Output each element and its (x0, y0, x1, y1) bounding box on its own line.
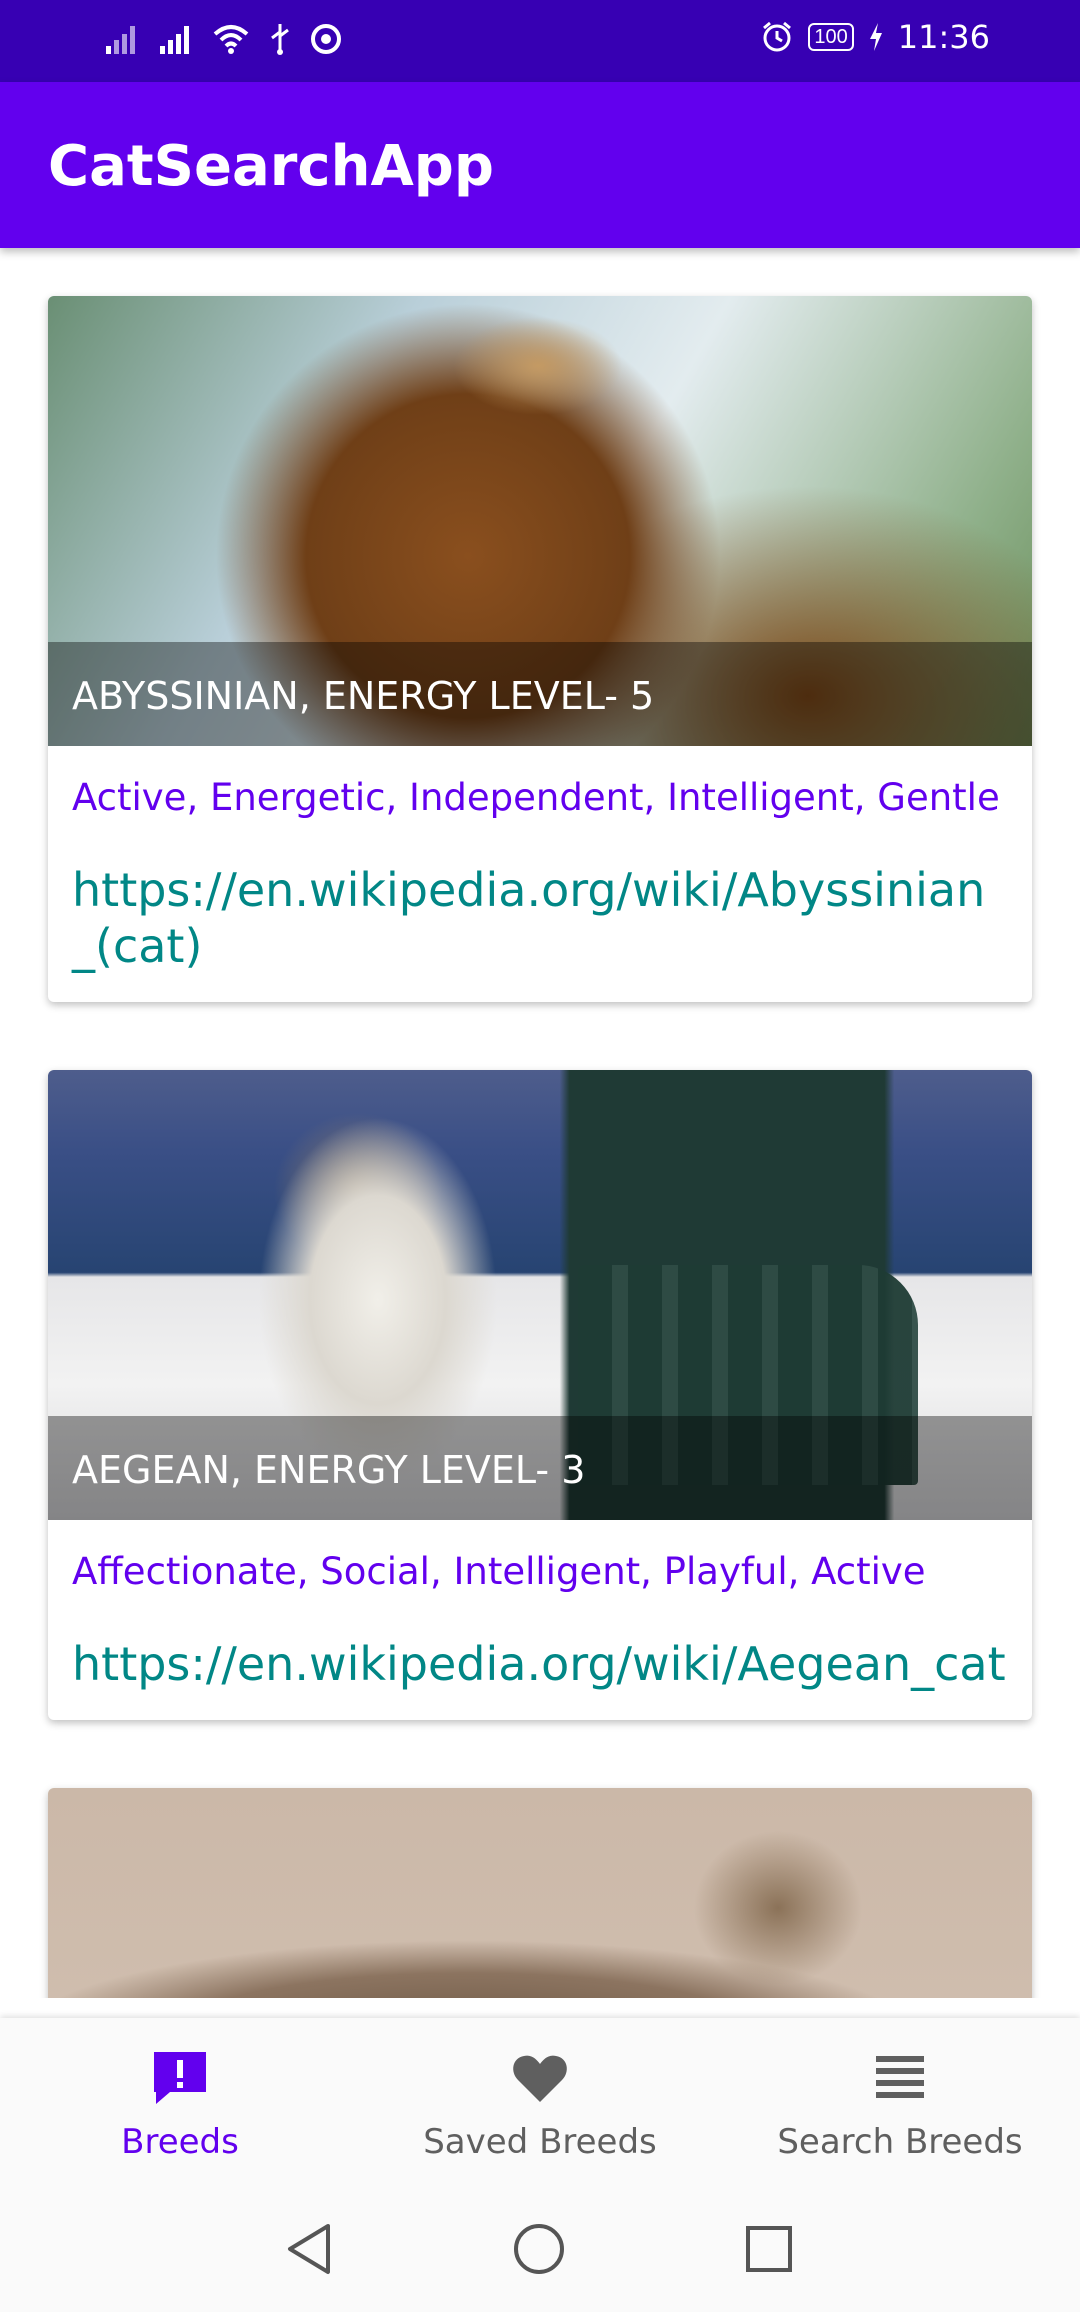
nav-label-breeds: Breeds (121, 2122, 239, 2162)
back-icon[interactable] (284, 2222, 334, 2276)
breed-temperament: Affectionate, Social, Intelligent, Playf… (72, 1550, 926, 1593)
signal-icon (106, 26, 135, 54)
wiki-link[interactable]: https://en.wikipedia.org/wiki/Aegean_cat (48, 1596, 1032, 1720)
app-title: CatSearchApp (48, 134, 494, 199)
breed-caption: AEGEAN, ENERGY LEVEL- 3 (72, 1448, 586, 1492)
nav-item-saved-breeds[interactable]: Saved Breeds (360, 2018, 720, 2186)
chrome-icon (311, 24, 341, 54)
home-icon[interactable] (512, 2222, 566, 2276)
breed-image[interactable] (48, 1788, 1032, 1998)
battery-icon: 100 (808, 23, 854, 51)
alarm-icon (763, 21, 792, 52)
bottom-navigation: Breeds Saved Breeds Search Breeds (0, 2018, 1080, 2186)
system-navigation-bar (0, 2186, 1080, 2312)
breed-caption: ABYSSINIAN, ENERGY LEVEL- 5 (72, 674, 655, 718)
breed-list[interactable]: ABYSSINIAN, ENERGY LEVEL- 5 Active, Ener… (0, 248, 1080, 1998)
breed-card-abyssinian[interactable]: ABYSSINIAN, ENERGY LEVEL- 5 Active, Ener… (48, 296, 1032, 1002)
status-icons-left (104, 22, 342, 56)
status-icons-right: 100 11:36 (760, 18, 990, 56)
breed-image[interactable]: ABYSSINIAN, ENERGY LEVEL- 5 (48, 296, 1032, 746)
status-bar: 100 11:36 (0, 0, 1080, 82)
breed-card-partial[interactable] (48, 1788, 1032, 1998)
nav-label-saved-breeds: Saved Breeds (423, 2122, 657, 2162)
usb-icon (271, 24, 289, 55)
nav-label-search-breeds: Search Breeds (777, 2122, 1023, 2162)
app-bar: CatSearchApp (0, 82, 1080, 248)
breeds-alert-icon (154, 2052, 206, 2104)
breed-image[interactable]: AEGEAN, ENERGY LEVEL- 3 (48, 1070, 1032, 1520)
heart-icon (513, 2055, 567, 2102)
breed-temperament: Active, Energetic, Independent, Intellig… (72, 776, 1000, 819)
recents-icon[interactable] (744, 2224, 794, 2274)
nav-item-search-breeds[interactable]: Search Breeds (720, 2018, 1080, 2186)
list-icon (876, 2056, 924, 2098)
nav-item-breeds[interactable]: Breeds (0, 2018, 360, 2186)
wiki-link[interactable]: https://en.wikipedia.org/wiki/Abyssinian… (48, 822, 1032, 1002)
wifi-icon (213, 25, 249, 54)
charging-icon (869, 23, 882, 51)
signal-icon-2 (160, 26, 189, 54)
status-time: 11:36 (897, 18, 990, 56)
breed-card-aegean[interactable]: AEGEAN, ENERGY LEVEL- 3 Affectionate, So… (48, 1070, 1032, 1720)
